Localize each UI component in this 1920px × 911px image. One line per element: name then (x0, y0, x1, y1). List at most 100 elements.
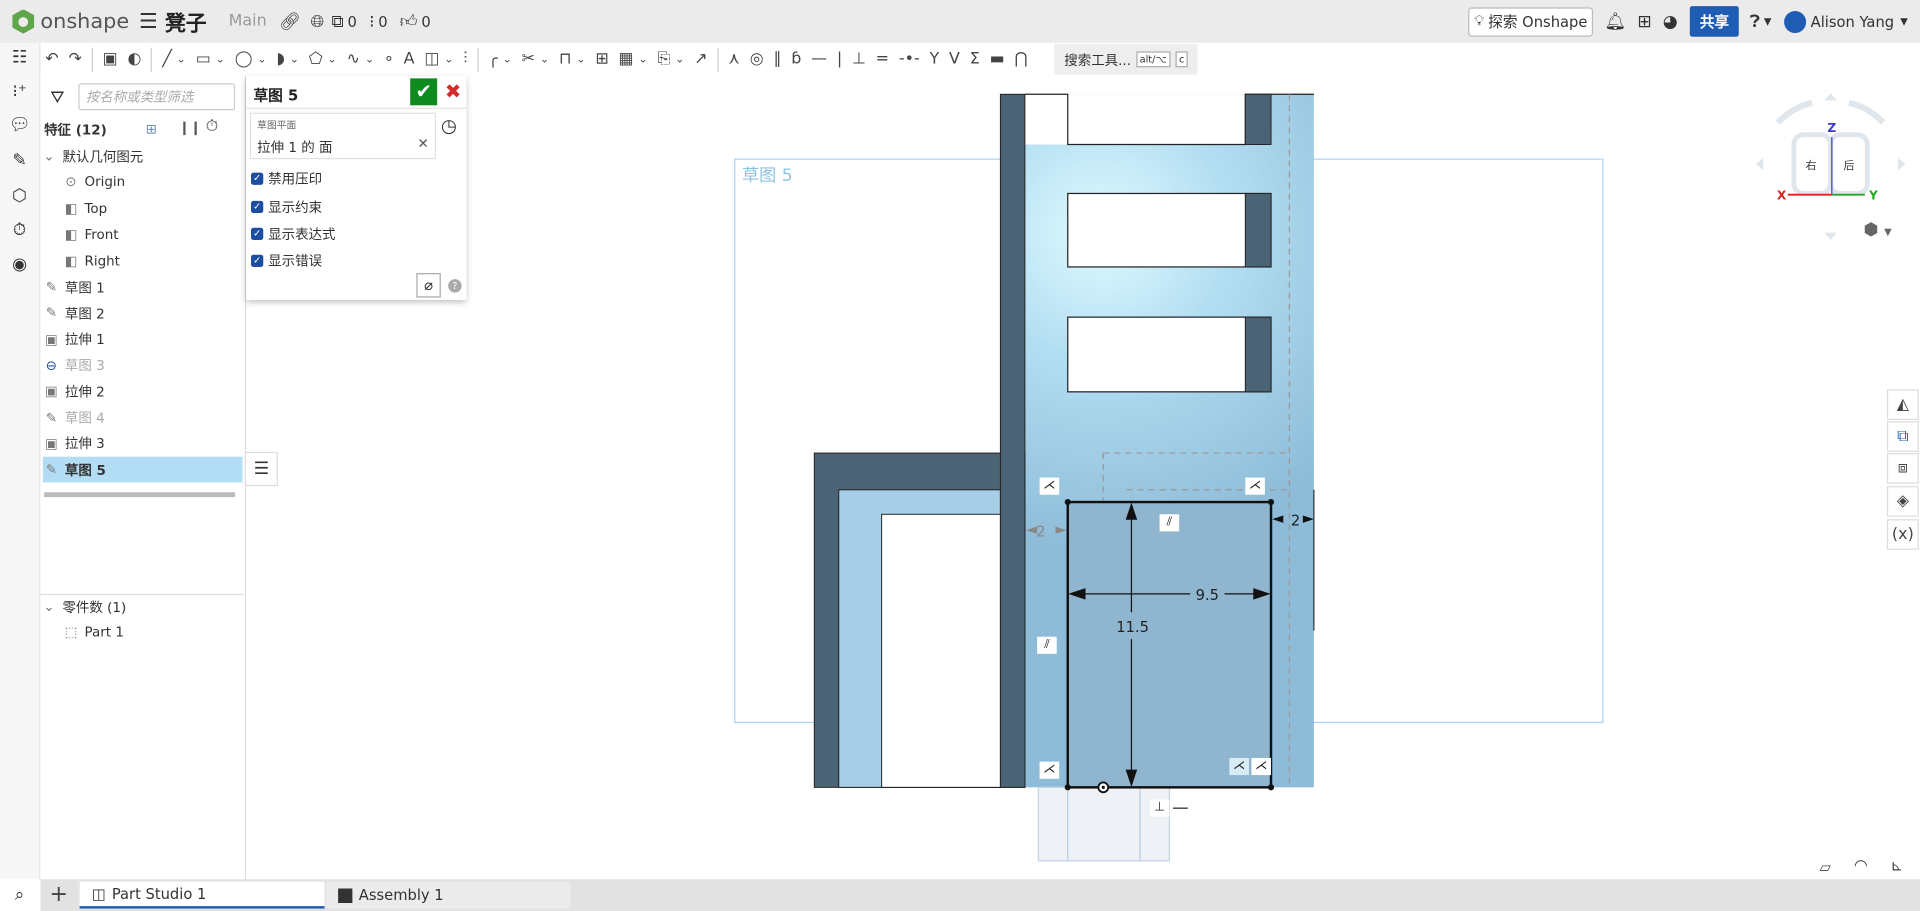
learning-center-icon[interactable]: ◕ (1663, 12, 1678, 32)
polygon-tool[interactable]: ⬠ ⌄ (304, 46, 342, 73)
parts-group[interactable]: ⌄ 零件数 (1) (40, 594, 240, 620)
rollback-pause-icon[interactable]: ❙❙ (179, 120, 202, 136)
option-show-constraints[interactable]: ✓ 显示约束 (251, 197, 322, 217)
variables-icon[interactable]: (x) (1886, 519, 1919, 550)
notes-icon[interactable]: ✎ (9, 151, 31, 173)
feature-item[interactable]: ▣ 拉伸 2 (43, 379, 243, 405)
feature-item[interactable]: ▣ 拉伸 1 (43, 326, 243, 352)
horizontal-tool[interactable]: — (806, 46, 832, 73)
tab-part-studio-1[interactable]: ◫ Part Studio 1 (79, 881, 325, 909)
chevron-down-icon[interactable]: ⌄ (216, 53, 225, 65)
section-view-icon[interactable]: ◭ (1886, 389, 1919, 421)
explode-view-icon[interactable]: ⧈ (1886, 453, 1919, 484)
comments-icon[interactable]: 💬︎ (9, 115, 31, 137)
document-title[interactable]: 凳子 (165, 6, 207, 36)
timer-icon[interactable]: ⏱ (206, 118, 218, 136)
fillet-tool[interactable]: ╭ ⌄ (483, 46, 517, 73)
dxf-import-tool[interactable]: ⎘ ⌄ (653, 46, 690, 73)
default-item-front[interactable]: ◧ Front (62, 222, 262, 248)
chevron-down-icon[interactable]: ⌄ (444, 53, 453, 65)
measure-icon[interactable]: ⏥ (1820, 858, 1831, 875)
coincident-tool[interactable]: ⋏ (723, 46, 744, 73)
coincident-constraint-icon[interactable]: ⋌ (1251, 757, 1272, 776)
add-tab-button[interactable]: + (40, 879, 78, 911)
feature-item[interactable]: ⊖ 草图 3 (43, 353, 243, 379)
feature-filter-input[interactable]: 按名称或类型筛选 (78, 83, 236, 111)
add-folder-icon[interactable]: ⊞ (146, 121, 157, 137)
chevron-down-icon[interactable]: ⌄ (290, 53, 299, 65)
sketch-plane-field[interactable]: 草图平面 拉伸 1 的 面 ✕ (249, 112, 436, 160)
explore-onshape-button[interactable]: 💡︎ 探索 Onshape (1468, 6, 1594, 37)
undo-tool[interactable]: ↶ (40, 46, 63, 73)
chevron-down-icon[interactable]: ⌄ (540, 53, 549, 65)
notifications-bell-icon[interactable]: 🔔︎ (1605, 12, 1627, 32)
chevron-down-icon[interactable]: ⌄ (40, 599, 57, 615)
chevron-down-icon[interactable]: ⌄ (576, 53, 585, 65)
symmetric-tool[interactable]: Σ (965, 46, 985, 73)
dimension-width-value[interactable]: 9.5 (1196, 587, 1219, 604)
sketch-inspect-icon[interactable]: ⌀ (416, 273, 441, 298)
vertical-tool[interactable]: | (832, 46, 847, 73)
chevron-down-icon[interactable]: ⌄ (328, 53, 337, 65)
default-geometry-group[interactable]: ⌄ 默认几何图元 (40, 143, 240, 169)
offset-tool[interactable]: ⊓ ⌄ (554, 46, 590, 73)
app-store-icon[interactable]: ⊞ (1637, 12, 1651, 32)
chevron-down-icon[interactable]: ⌄ (257, 53, 266, 65)
performance-icon[interactable]: ⏱ (9, 220, 31, 242)
hamburger-icon[interactable]: ☰ (139, 9, 158, 33)
chevron-down-icon[interactable]: ⌄ (40, 148, 57, 164)
user-avatar[interactable] (1783, 10, 1806, 33)
link-icon[interactable]: 🔗︎ (279, 12, 301, 32)
globe-icon[interactable]: 🌐︎ (310, 12, 324, 32)
feature-item[interactable]: ▣ 拉伸 3 (43, 431, 243, 457)
onshape-logo[interactable]: onshape (12, 9, 129, 34)
normal-tool[interactable]: Y (925, 46, 945, 73)
default-item-top[interactable]: ◧ Top (62, 195, 262, 221)
history-clock-icon[interactable]: ◷ (441, 115, 457, 137)
chevron-down-icon[interactable]: ⌄ (503, 53, 512, 65)
view-cube-menu-icon[interactable]: ⬢ ▼ (1864, 220, 1892, 240)
trim-tool[interactable]: ✂ ⌄ (517, 46, 554, 73)
fix-tool[interactable]: ▬ (985, 46, 1010, 73)
cancel-button[interactable]: ✖ (442, 78, 464, 105)
parallel-constraint-icon[interactable]: ⫽ (1037, 636, 1057, 654)
feature-item[interactable]: ✎ 草图 1 (43, 274, 243, 300)
option-show-errors[interactable]: ✓ 显示错误 (251, 251, 322, 271)
checkbox-checked-icon[interactable]: ✓ (251, 227, 264, 241)
chevron-down-icon[interactable]: ⌄ (177, 53, 186, 65)
perpendicular-constraint-icon[interactable]: ⊥ (1149, 799, 1170, 817)
circle-tool[interactable]: ◯ ⌄ (230, 46, 272, 73)
view-cube-right-face[interactable]: 右 (1806, 158, 1817, 172)
versions-icon[interactable]: ⁝ (369, 12, 374, 32)
search-tabs-icon[interactable]: ⌕ (9, 885, 31, 907)
checkbox-checked-icon[interactable]: ✓ (251, 200, 264, 214)
spline-tool[interactable]: ∿ ⌄ (342, 46, 379, 73)
user-menu-chevron-icon[interactable]: ▼ (1900, 16, 1908, 27)
chevron-down-icon[interactable]: ⌄ (365, 53, 374, 65)
mass-properties-icon[interactable]: ◠ (1854, 857, 1868, 875)
perpendicular-tool[interactable]: ⊥ (847, 46, 871, 73)
tangent-tool[interactable]: ɓ (786, 46, 806, 73)
coincident-constraint-icon[interactable]: ⋌ (1039, 477, 1060, 495)
arc-tool[interactable]: ◗ ⌄ (272, 46, 304, 73)
clear-plane-icon[interactable]: ✕ (418, 136, 429, 152)
dimension-right-offset-value[interactable]: 2 (1291, 512, 1300, 529)
feature-list-icon[interactable]: ☷ (9, 48, 31, 70)
toggle-feature-list-button[interactable]: ☰ (244, 451, 278, 487)
rollback-bar[interactable] (44, 492, 236, 498)
feature-item[interactable]: ✎ 草图 5 (42, 456, 243, 483)
default-item-right[interactable]: ◧ Right (62, 248, 262, 274)
view-mode-icon[interactable]: ⧉ (1886, 421, 1919, 452)
option-disable-imprint[interactable]: ✓ 禁用压印 (251, 169, 322, 189)
view-cube-back-face[interactable]: 后 (1843, 159, 1854, 172)
pattern-tool[interactable]: ▦ ⌄ (614, 46, 653, 73)
help-icon[interactable]: ❓︎ ▼ (1750, 12, 1772, 32)
dimension-height-value[interactable]: 11.5 (1116, 619, 1149, 636)
dimension-tool[interactable]: ↗ (689, 46, 712, 73)
curvature-tool[interactable]: ⋂ (1010, 46, 1033, 73)
parts-properties-icon[interactable]: ⬡ (9, 186, 31, 208)
coincident-constraint-icon[interactable]: ⋌ (1039, 761, 1060, 779)
share-button[interactable]: 共享 (1689, 6, 1739, 37)
chevron-down-icon[interactable]: ⌄ (638, 53, 647, 65)
tab-assembly-1[interactable]: ⬛︎ Assembly 1 (325, 881, 571, 909)
